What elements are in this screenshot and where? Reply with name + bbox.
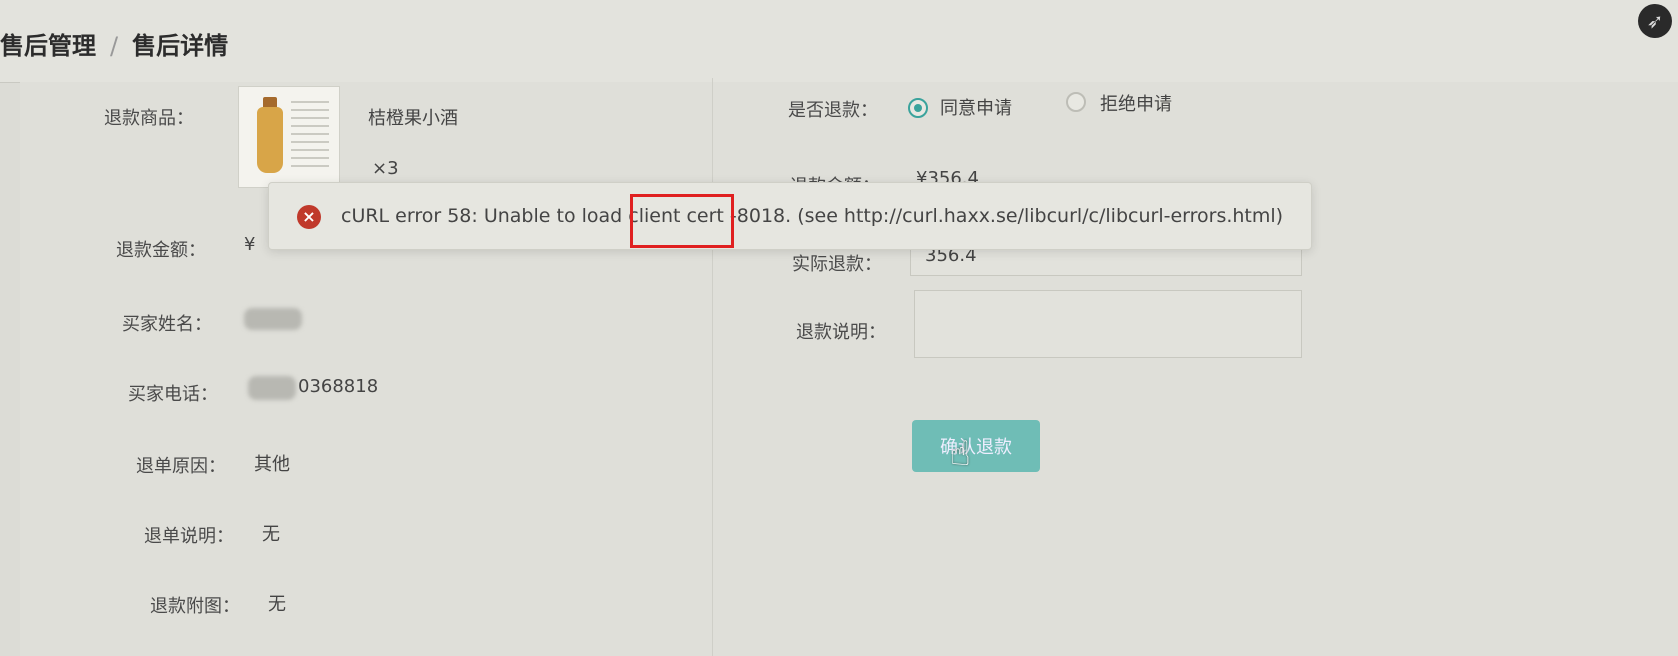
reason-value: 其他: [254, 454, 290, 475]
product-quantity: ×3: [372, 158, 399, 179]
breadcrumb-separator: /: [110, 32, 119, 60]
column-divider: [712, 78, 713, 656]
buyer-phone-value: 0368818: [298, 376, 379, 397]
refund-note-textarea[interactable]: [914, 290, 1302, 358]
attachment-label: 退款附图：: [150, 596, 240, 617]
error-toast: × cURL error 58: Unable to load client c…: [268, 182, 1312, 250]
breadcrumb-parent[interactable]: 售后管理: [0, 32, 96, 60]
annotation-highlight-box: [630, 194, 734, 248]
refund-note-label: 退款说明：: [796, 322, 886, 343]
refund-amount-value: ¥: [244, 234, 256, 255]
compass-icon[interactable]: ➶: [1638, 4, 1672, 38]
buyer-name-label: 买家姓名：: [122, 314, 212, 335]
error-circle-icon: ×: [297, 205, 321, 229]
product-name: 桔橙果小酒: [368, 108, 458, 129]
product-label: 退款商品：: [104, 108, 194, 129]
actual-refund-label: 实际退款：: [792, 254, 882, 275]
hand-pointer-icon: ☝: [950, 434, 971, 474]
attachment-value: 无: [268, 594, 286, 615]
label-text-lines: [291, 101, 329, 171]
order-desc-value: 无: [262, 524, 280, 545]
confirm-refund-button[interactable]: 确认退款: [912, 420, 1040, 472]
refund-decision-label: 是否退款：: [788, 100, 878, 121]
order-desc-label: 退单说明：: [144, 526, 234, 547]
breadcrumb-current: 售后详情: [132, 32, 229, 60]
reject-label[interactable]: 拒绝申请: [1100, 90, 1172, 116]
reason-label: 退单原因：: [136, 456, 226, 477]
buyer-name-redacted: [244, 308, 302, 330]
agree-radio[interactable]: [908, 98, 928, 118]
reject-radio[interactable]: [1066, 92, 1086, 112]
error-message: cURL error 58: Unable to load client cer…: [341, 205, 1284, 227]
buyer-phone-label: 买家电话：: [128, 384, 218, 405]
breadcrumb: 售后管理 / 售后详情: [0, 26, 228, 61]
buyer-phone-redacted: [248, 376, 296, 400]
page-header: 售后管理 / 售后详情 ➶: [0, 0, 1678, 83]
refund-amount-label: 退款金额：: [116, 240, 206, 261]
bottle-image: [257, 107, 283, 173]
product-thumbnail: [238, 86, 340, 188]
agree-label[interactable]: 同意申请: [940, 94, 1012, 120]
